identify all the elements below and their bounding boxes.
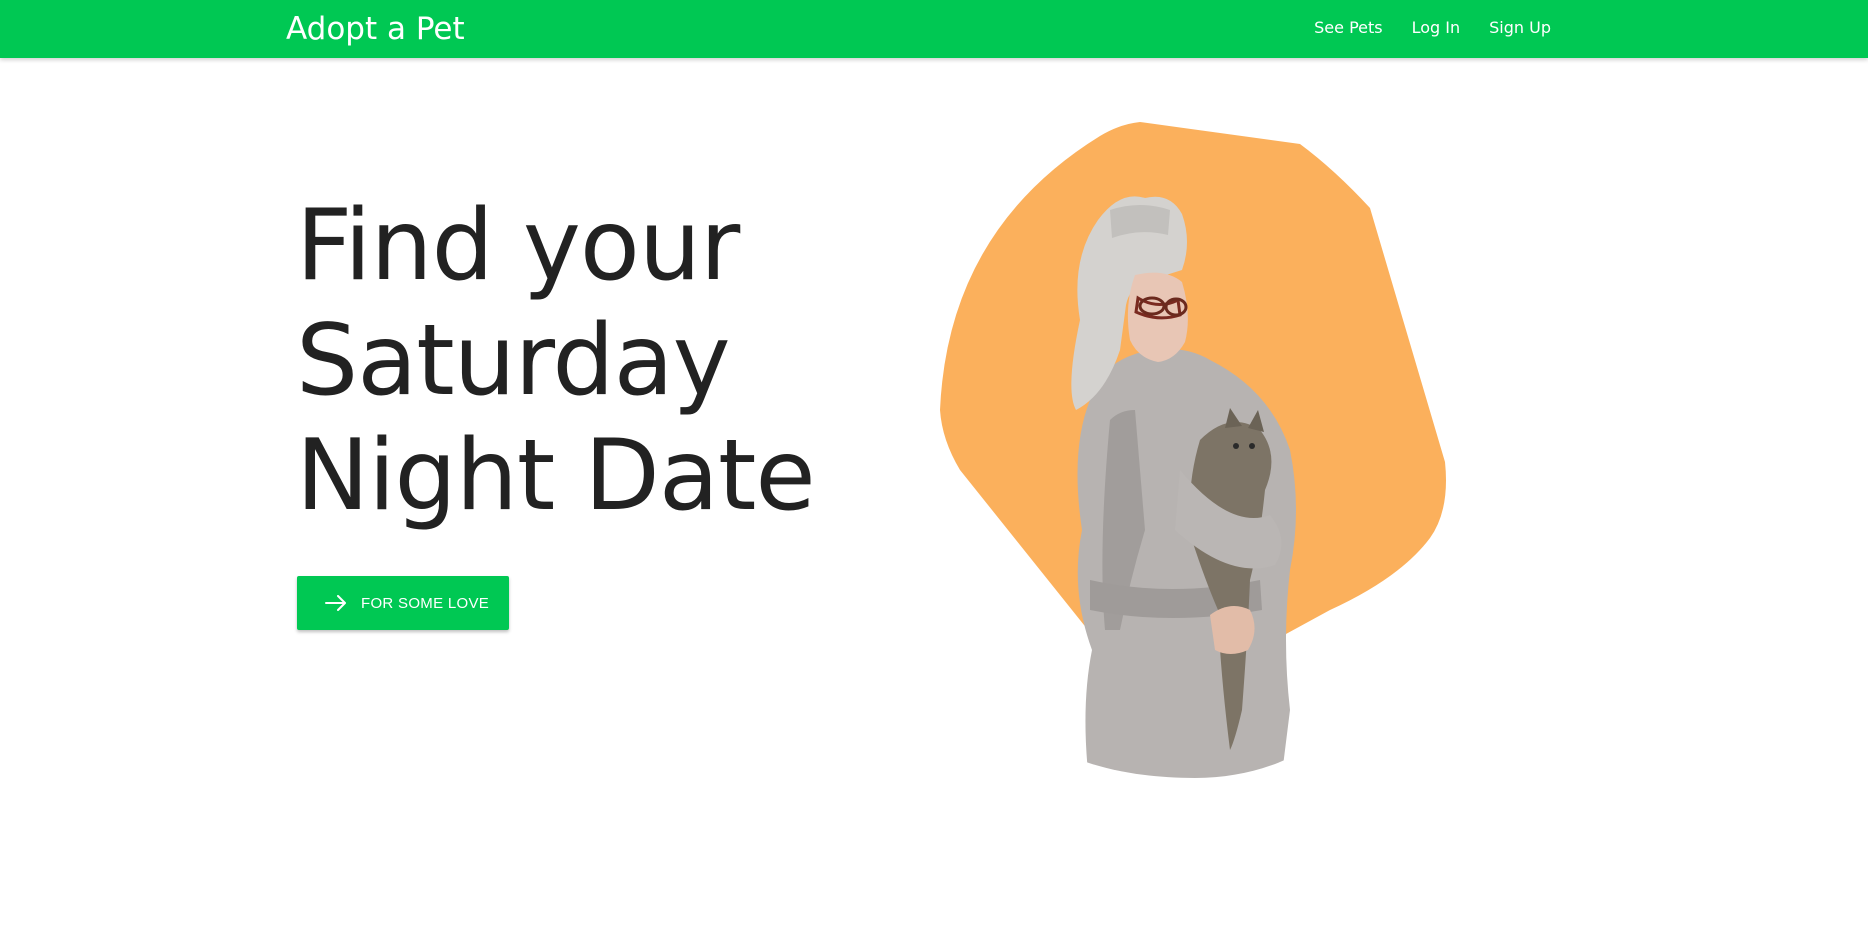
- nav-sign-up-link[interactable]: Sign Up: [1489, 17, 1551, 39]
- brand-logo[interactable]: Adopt a Pet: [286, 9, 465, 49]
- hero-title-line: Find your: [296, 189, 740, 303]
- hero-illustration: [940, 122, 1446, 778]
- nav-links: See Pets Log In Sign Up: [1314, 17, 1551, 39]
- hero-title-line: Night Date: [296, 419, 816, 533]
- hero-title-line: Saturday: [296, 304, 731, 418]
- nav-see-pets-link[interactable]: See Pets: [1314, 17, 1382, 39]
- nav-log-in-link[interactable]: Log In: [1412, 17, 1461, 39]
- arrow-right-icon: [325, 595, 346, 611]
- hero-title: Find your Saturday Night Date: [296, 189, 816, 534]
- for-some-love-button[interactable]: FOR SOME LOVE: [297, 576, 509, 630]
- top-navbar: Adopt a Pet See Pets Log In Sign Up: [0, 0, 1868, 58]
- cta-label: FOR SOME LOVE: [361, 594, 490, 612]
